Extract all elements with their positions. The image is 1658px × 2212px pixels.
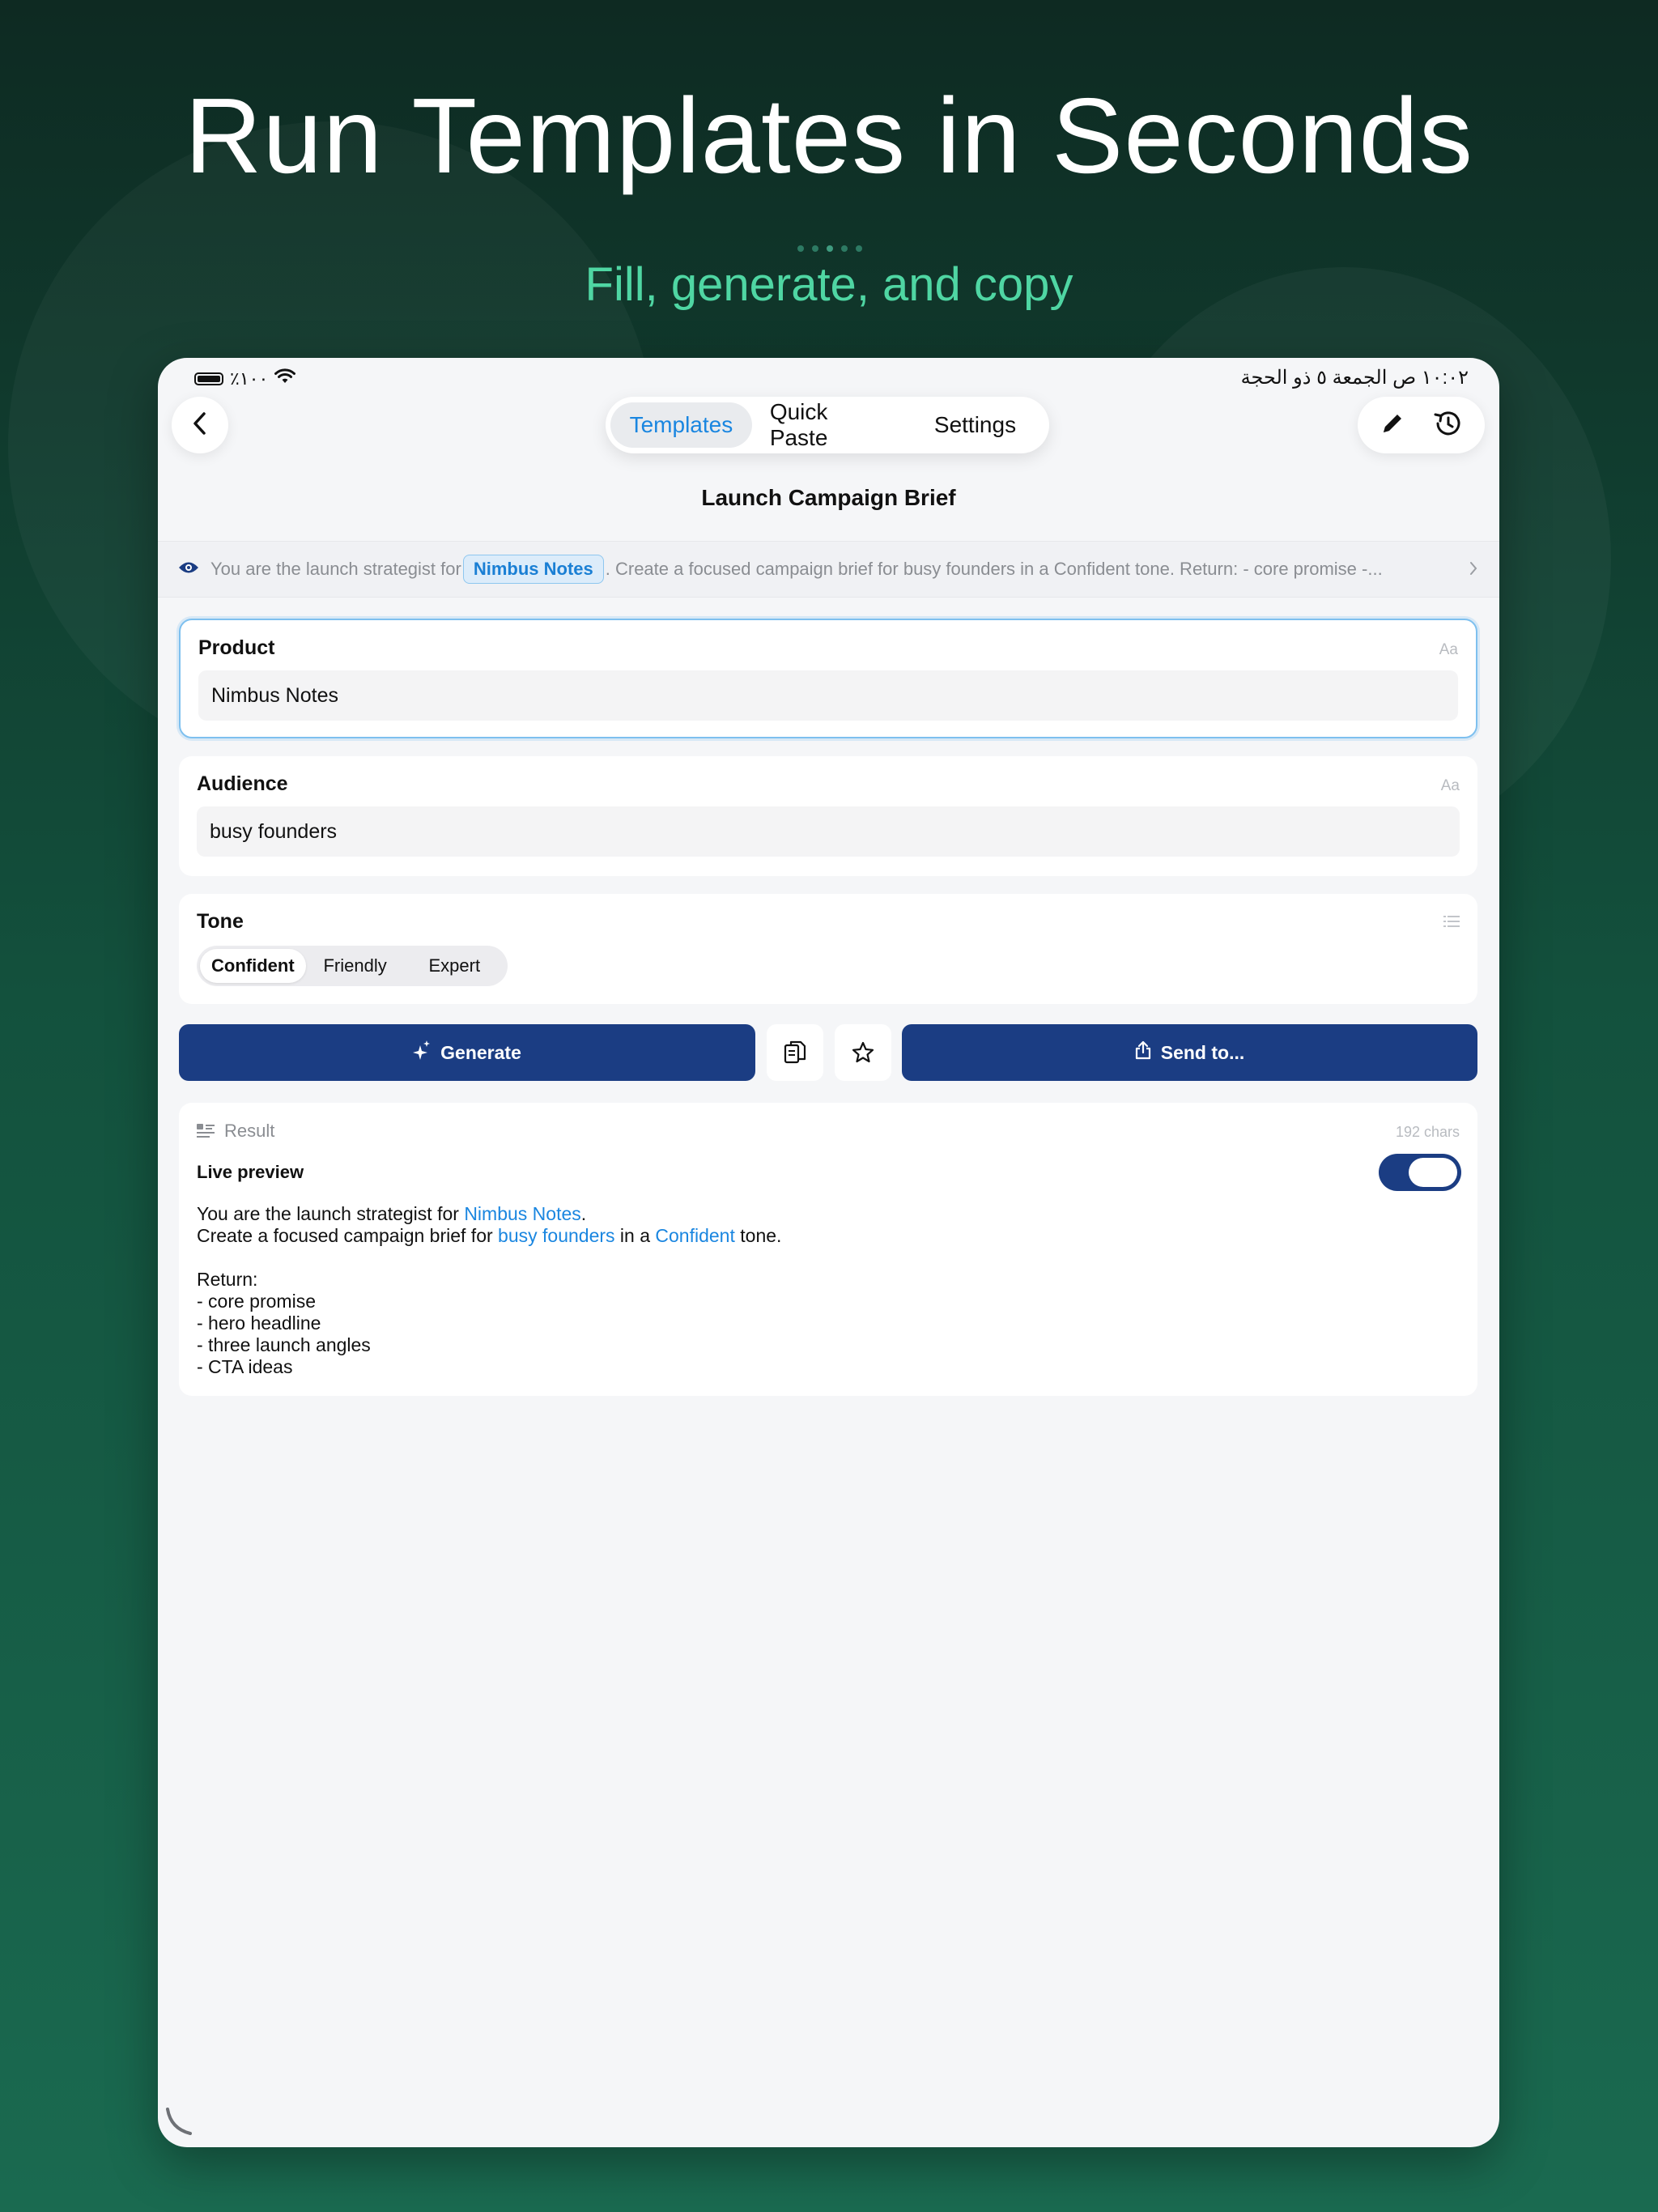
tone-option-friendly[interactable]: Friendly [306,949,405,983]
tone-option-expert[interactable]: Expert [405,949,504,983]
generate-label: Generate [440,1041,521,1063]
tab-templates[interactable]: Templates [610,402,752,448]
send-to-button[interactable]: Send to... [902,1024,1477,1081]
star-icon [852,1041,874,1063]
send-to-label: Send to... [1160,1041,1245,1063]
variable-highlight: busy founders [498,1225,615,1246]
prompt-preview-text: You are the launch strategist for [210,559,461,579]
main-tab-bar: Templates Quick Paste Settings [606,397,1049,453]
live-preview-label: Live preview [197,1162,304,1182]
product-field-card: Product Aa Nimbus Notes [179,619,1477,738]
character-count: 192 chars [1395,1124,1460,1140]
text-format-icon [197,1124,215,1138]
result-list-item: - hero headline [197,1312,321,1334]
result-list-item: - core promise [197,1291,316,1312]
top-actions-group [1358,397,1485,453]
favorite-button[interactable] [835,1024,891,1081]
page-dot [841,245,848,252]
share-icon [1135,1040,1151,1065]
page-dot [856,245,862,252]
audience-field-card: Audience Aa busy founders [179,756,1477,876]
result-list-item: - three launch angles [197,1334,371,1355]
tone-option-confident[interactable]: Confident [200,949,306,983]
page-dot-active [827,245,833,252]
result-header: Result [197,1121,274,1142]
battery-percent: ٪١٠٠ [230,368,269,389]
product-label: Product [198,636,275,659]
pencil-icon [1383,414,1401,432]
result-line: Return: [197,1269,258,1290]
live-preview-toggle[interactable] [1379,1154,1461,1191]
page-title: Launch Campaign Brief [701,485,956,510]
status-bar-left: ٪١٠٠ [194,368,296,389]
history-icon [1434,410,1460,435]
tab-settings[interactable]: Settings [906,402,1044,448]
corner-indicator-icon [164,2106,197,2142]
marketing-headline: Run Templates in Seconds [185,76,1473,195]
status-bar-datetime: ١٠:٠٢ ص الجمعة ٥ ذو الحجة [1240,367,1469,389]
toggle-knob [1409,1158,1457,1187]
tab-quick-paste[interactable]: Quick Paste [752,399,906,450]
text-type-icon: Aa [1439,641,1458,658]
list-icon [1443,915,1460,933]
tablet-screen: ٪١٠٠ ١٠:٠٢ ص الجمعة ٥ ذو الحجة Templates… [158,358,1499,2147]
history-button[interactable] [1431,407,1464,444]
result-output: You are the launch strategist for Nimbus… [197,1203,781,1378]
result-card: Result 192 chars Live preview You are th… [179,1103,1477,1396]
result-list-item: - CTA ideas [197,1356,293,1377]
page-dot [812,245,818,252]
sparkle-icon [413,1040,431,1065]
text-type-icon: Aa [1440,777,1460,794]
page-dot [797,245,804,252]
product-input[interactable]: Nimbus Notes [198,670,1458,721]
variable-highlight: Confident [655,1225,735,1246]
battery-icon [194,372,223,385]
result-line: Create a focused campaign brief for busy… [197,1225,782,1246]
tone-label: Tone [197,910,244,933]
marketing-subheadline: Fill, generate, and copy [585,258,1073,311]
variable-chip: Nimbus Notes [462,555,604,584]
prompt-preview-bar[interactable]: You are the launch strategist for Nimbus… [158,541,1499,598]
page-indicator [797,245,862,252]
eye-icon [178,559,199,580]
tone-selector: Confident Friendly Expert [197,946,508,986]
wifi-icon [274,368,296,389]
chevron-left-icon [190,410,210,440]
copy-button[interactable] [767,1024,823,1081]
generate-button[interactable]: Generate [179,1024,755,1081]
result-title: Result [224,1121,275,1141]
chevron-right-icon [1468,559,1479,582]
prompt-preview-text-rest: . Create a focused campaign brief for bu… [605,559,1383,579]
audience-input[interactable]: busy founders [197,806,1460,857]
audience-label: Audience [197,772,288,795]
tone-field-card: Tone Confident Friendly Expert [179,894,1477,1004]
variable-highlight: Nimbus Notes [464,1203,581,1224]
edit-button[interactable] [1379,410,1406,441]
back-button[interactable] [172,397,228,453]
copy-icon [784,1040,806,1064]
result-line: You are the launch strategist for Nimbus… [197,1203,587,1224]
